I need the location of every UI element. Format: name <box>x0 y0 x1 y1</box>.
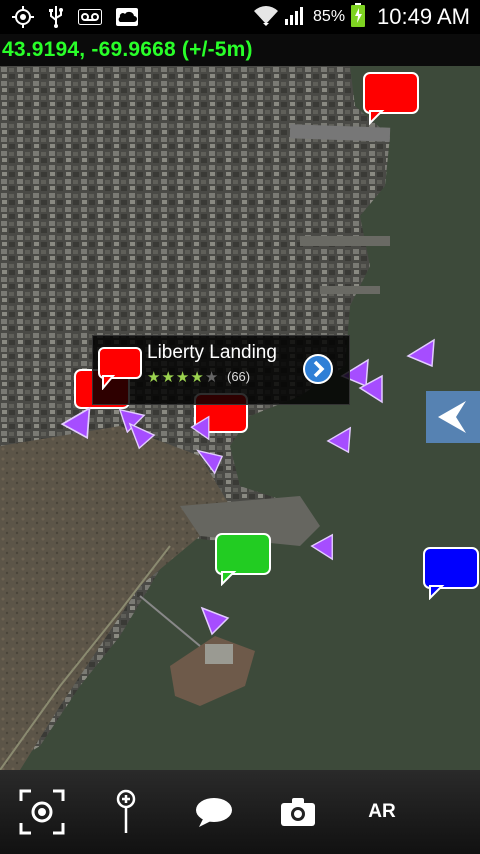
status-bar-left-icons <box>12 6 138 33</box>
star-filled-icon: ★ <box>190 369 205 386</box>
purple-arrow-marker[interactable] <box>200 606 230 636</box>
signal-icon <box>285 5 307 30</box>
battery-percent: 85% <box>313 8 346 25</box>
chevron-left-icon <box>438 401 466 433</box>
satellite-map[interactable] <box>0 66 480 770</box>
clock: 10:49 AM <box>377 4 470 29</box>
purple-arrow-marker[interactable] <box>188 414 214 442</box>
poi-callout[interactable]: Liberty Landing ★★★★★ (66) <box>92 335 350 405</box>
camera-icon <box>281 798 315 826</box>
red-speech-marker[interactable] <box>362 71 420 125</box>
add-comment-button[interactable] <box>190 788 238 836</box>
chevron-right-circle-icon <box>313 360 325 378</box>
blue-speech-marker[interactable] <box>422 546 480 600</box>
status-bar: 85% 10:49 AM <box>0 0 480 34</box>
pin-icon <box>116 789 136 833</box>
status-bar-right: 85% 10:49 AM <box>253 2 470 32</box>
star-empty-icon: ★ <box>204 369 220 386</box>
locate-me-icon <box>19 789 65 835</box>
coordinates-readout: 43.9194, -69.9668 (+/-5m) <box>2 38 253 61</box>
purple-arrow-marker[interactable] <box>308 532 336 562</box>
purple-arrow-marker[interactable] <box>356 374 386 404</box>
coordinates-bar: 43.9194, -69.9668 (+/-5m) <box>0 34 480 66</box>
ar-label: AR <box>368 801 396 822</box>
voicemail-icon <box>78 9 102 30</box>
location-icon <box>12 6 34 33</box>
purple-arrow-marker[interactable] <box>60 406 94 440</box>
green-speech-marker[interactable] <box>214 532 272 586</box>
callout-details-button[interactable] <box>303 354 333 384</box>
star-filled-icon: ★ <box>175 369 191 386</box>
callout-title: Liberty Landing <box>147 342 277 363</box>
cloud-icon <box>116 8 138 31</box>
purple-arrow-marker[interactable] <box>406 338 436 368</box>
star-filled-icon: ★ <box>161 369 176 386</box>
rating-count: (66) <box>227 369 251 384</box>
camera-button[interactable] <box>274 788 322 836</box>
star-filled-icon: ★ <box>147 369 162 386</box>
wifi-icon <box>253 4 279 31</box>
ar-view-button[interactable]: AR <box>358 788 406 836</box>
rating-stars: ★★★★★ <box>147 368 219 386</box>
purple-arrow-marker[interactable] <box>128 422 156 450</box>
red-speech-marker <box>98 347 142 390</box>
comment-icon <box>196 798 232 827</box>
battery-charging-icon <box>351 2 366 32</box>
purple-arrow-marker[interactable] <box>326 426 354 454</box>
purple-arrow-marker[interactable] <box>196 446 224 476</box>
usb-icon <box>48 6 64 33</box>
bottom-toolbar: AR <box>0 770 480 854</box>
add-pin-button[interactable] <box>102 788 150 836</box>
side-panel-toggle[interactable] <box>426 391 480 443</box>
locate-me-button[interactable] <box>18 788 66 836</box>
